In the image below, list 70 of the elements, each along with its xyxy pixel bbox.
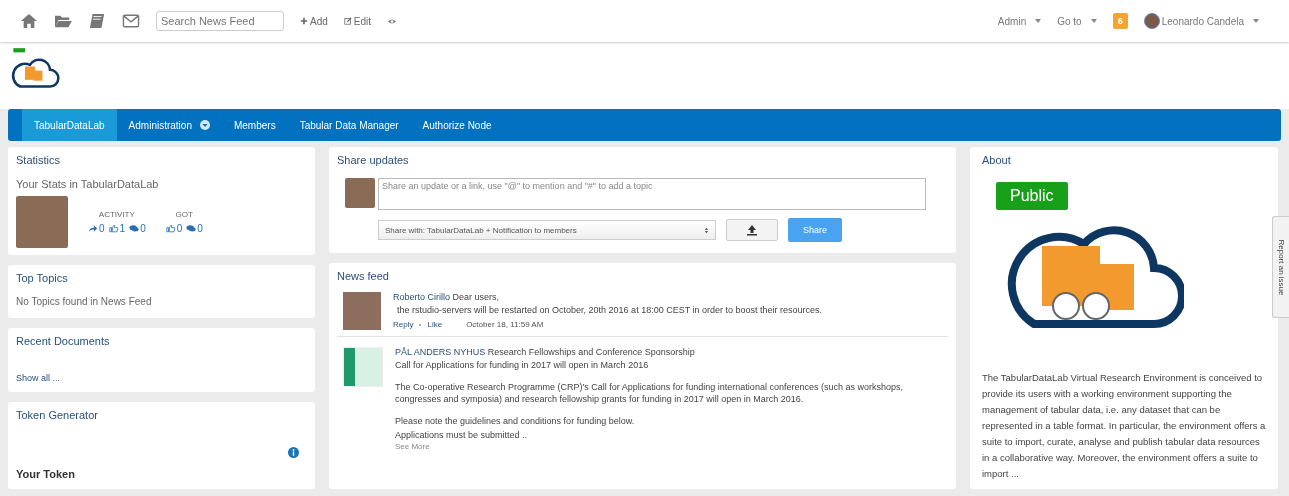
share-with-dropdown[interactable]: Share with: TabularDataLab + Notification to members (378, 220, 716, 240)
logo-drawing (10, 48, 60, 90)
stats-subtitle: Your Stats in TabularDataLab (16, 178, 160, 190)
photo-placeholder (16, 196, 68, 248)
stat-count: 0 (140, 223, 146, 234)
post-time: October 18, 11:59 AM (466, 320, 544, 329)
nav-tab[interactable]: Members (221, 109, 288, 141)
edit-icon (343, 17, 352, 25)
report-issue-tab[interactable]: Report an issue (1272, 216, 1289, 318)
info-icon[interactable] (288, 447, 299, 458)
avatar (1143, 13, 1160, 29)
upload-icon (746, 224, 758, 236)
update-input-field[interactable]: Share an update or a link, use "@" to mention and "#" to add a topic (378, 178, 926, 210)
author-link[interactable]: Roberto Cirillo (393, 292, 451, 302)
dropdown-menu[interactable]: Go to (1057, 15, 1097, 27)
section-title: Your Token (16, 468, 76, 480)
public-badge: Public (996, 182, 1068, 210)
toolbar-link[interactable]: Add (300, 15, 328, 27)
post-headline: Research Fellowships and Conference Sponsorship (487, 347, 695, 357)
card-title: News feed (337, 270, 390, 282)
stat-count: 0 (197, 223, 203, 234)
stat-count: 0 (99, 223, 105, 234)
see-more-link[interactable]: See More (395, 442, 430, 451)
upload-button[interactable] (726, 219, 778, 241)
dropdown-menu[interactable]: Admin (997, 15, 1042, 27)
photo-placeholder (343, 292, 381, 330)
photo-placeholder (343, 347, 383, 387)
share-button[interactable]: Share (788, 218, 842, 242)
nav-tab[interactable]: TabularDataLab (22, 109, 117, 141)
search-field[interactable]: Search News Feed (156, 11, 284, 31)
card-title: About (982, 154, 1012, 166)
post-text: Please note the guidelines and conditions for funding below. (395, 415, 636, 427)
photo-placeholder (345, 178, 375, 208)
eye-icon[interactable] (387, 17, 398, 25)
nav-tab[interactable]: Administration (116, 109, 222, 141)
post-headline: Dear users, (452, 292, 500, 302)
card-title: Token Generator (16, 409, 99, 421)
user-menu[interactable]: Leonardo Candela (1161, 15, 1259, 27)
book-icon[interactable] (88, 13, 106, 29)
post-text: The Co-operative Research Programme (CRP)'s Call for Applications for funding international conferences (such as workshops, congresses and symposia) and research fellowship grants for funding in 2017 will open in March 2016. (395, 381, 904, 405)
stat-label: ACTIVITY (98, 210, 135, 219)
post-text: Call for Applications for funding in 2017 will open in March 2016 (395, 359, 650, 371)
nav-tab[interactable]: Tabular Data Manager (287, 109, 411, 141)
envelope-icon[interactable] (122, 13, 140, 29)
empty-message: No Topics found in News Feed (16, 296, 153, 307)
show-all-link[interactable]: Show all ... (16, 373, 61, 383)
thumbs-up-icon (108, 224, 119, 233)
author-link[interactable]: PÅL ANDERS NYHUS (395, 347, 486, 357)
spinner-arrows-icon (704, 225, 709, 235)
card-title: Share updates (337, 154, 410, 166)
home-icon[interactable] (20, 13, 38, 29)
share-icon (88, 224, 98, 233)
card-title: Statistics (16, 154, 61, 166)
card-title: Recent Documents (16, 335, 111, 347)
post-text: the rstudio-servers will be restarted on October, 20th 2016 at 18:00 CEST in order to boost their resources. (396, 304, 824, 316)
post-action-link[interactable]: Reply (393, 320, 414, 329)
comments-icon (129, 224, 140, 233)
plus-icon (300, 17, 308, 25)
post-action-link[interactable]: Like (427, 320, 443, 329)
thumbs-up-icon (165, 224, 176, 233)
stat-count: 1 (119, 223, 126, 234)
card-title: Top Topics (16, 272, 69, 284)
stat-label: GOT (175, 210, 193, 219)
post-text: Applications must be submitted .. (395, 429, 529, 441)
toolbar-link[interactable]: Edit (343, 15, 372, 27)
stat-count: 0 (176, 223, 183, 234)
comments-icon (186, 224, 197, 233)
about-description: The TabularDataLab Virtual Research Environment is conceived to provide its users with a working environment supporting the management of tabular data, i.e. any dataset that can be represented in a table format. In particular, the environment offers a suite to import, curate, analyse and publish tabular data resources in a collaborative way. Moreover, the environment offers a suite to import ... (982, 371, 1267, 481)
folder-icon[interactable] (54, 13, 72, 29)
nav-tab[interactable]: Authorize Node (410, 109, 504, 141)
